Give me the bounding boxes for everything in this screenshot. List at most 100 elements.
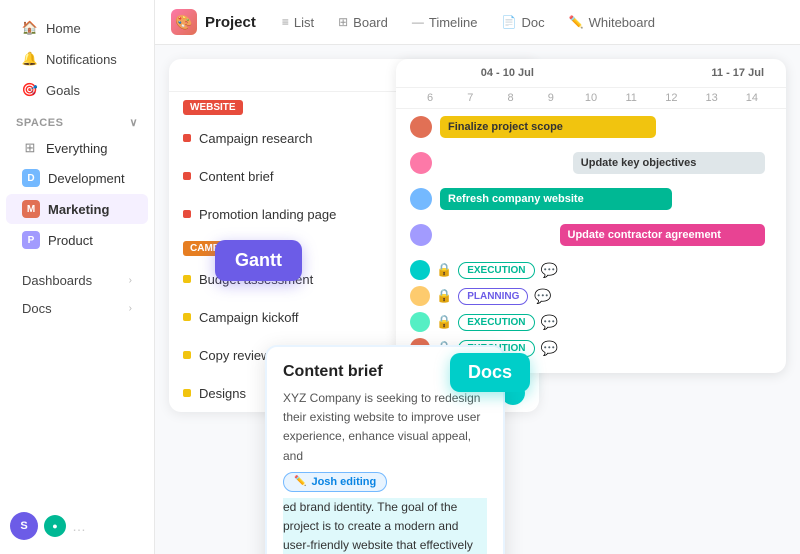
- task-name: Promotion landing page: [199, 207, 336, 222]
- task-priority-dot: [183, 275, 191, 283]
- gantt-week2: 11 - 17 Jul: [605, 67, 772, 79]
- dashboards-chevron-icon: ›: [129, 275, 132, 286]
- docs-editing-badge: ✏️ Josh editing: [283, 472, 387, 492]
- gantt-day: 12: [651, 92, 691, 104]
- website-badge: WEBSITE: [183, 100, 243, 115]
- sidebar-item-product[interactable]: P Product: [6, 225, 148, 255]
- sidebar-item-dashboards[interactable]: Dashboards ›: [6, 267, 148, 294]
- gantt-day: 7: [450, 92, 490, 104]
- gantt-days: 6 7 8 9 10 11 12 13 14: [396, 88, 786, 109]
- everything-icon: ⊞: [22, 140, 38, 156]
- chat-icon: 💬: [541, 262, 558, 279]
- bell-icon: 🔔: [22, 51, 38, 67]
- spaces-chevron-icon[interactable]: ∨: [129, 116, 138, 129]
- project-logo: 🎨: [171, 9, 197, 35]
- sidebar-item-home[interactable]: 🏠 Home: [6, 13, 148, 43]
- sidebar-item-marketing[interactable]: M Marketing: [6, 194, 148, 224]
- tab-list-label: List: [294, 15, 314, 30]
- gantt-avatar: [410, 152, 432, 174]
- task-name: Designs: [199, 386, 246, 401]
- home-icon: 🏠: [22, 20, 38, 36]
- tab-list[interactable]: ≡ List: [272, 10, 324, 35]
- tab-whiteboard[interactable]: ✏️ Whiteboard: [559, 10, 665, 35]
- task-priority-dot: [183, 351, 191, 359]
- gantt-lock-icon: 🔒: [436, 314, 452, 330]
- task-priority-dot: [183, 313, 191, 321]
- gantt-lock-icon: 🔒: [436, 262, 452, 278]
- spaces-section: Spaces ∨: [0, 106, 154, 133]
- edit-icon: ✏️: [294, 476, 306, 487]
- sidebar-item-development[interactable]: D Development: [6, 163, 148, 193]
- docs-bubble-label: Docs: [450, 353, 530, 392]
- sidebar-item-docs[interactable]: Docs ›: [6, 295, 148, 322]
- status-badge: EXECUTION: [458, 262, 534, 279]
- docs-panel-text1: XYZ Company is seeking to redesign their…: [283, 389, 487, 466]
- gantt-status-row: 🔒 EXECUTION 💬: [396, 309, 786, 335]
- gantt-row: Finalize project scope: [396, 109, 786, 145]
- sidebar-item-goals[interactable]: 🎯 Goals: [6, 75, 148, 105]
- chat-icon: 💬: [534, 288, 551, 305]
- product-dot: P: [22, 231, 40, 249]
- sidebar-item-goals-label: Goals: [46, 83, 80, 98]
- gantt-week1: 04 - 10 Jul: [410, 67, 605, 79]
- gantt-avatar: [410, 116, 432, 138]
- gantt-status-row: 🔒 PLANNING 💬: [396, 283, 786, 309]
- tab-timeline[interactable]: — Timeline: [402, 10, 488, 35]
- task-priority-dot: [183, 172, 191, 180]
- gantt-bar-4[interactable]: Update contractor agreement: [560, 224, 766, 246]
- panels-area: ASSIGNEE WEBSITE Campaign research Conte…: [155, 45, 800, 554]
- gantt-panel: 04 - 10 Jul 11 - 17 Jul 6 7 8 9 10 11 12…: [396, 59, 786, 373]
- project-title: Project: [205, 14, 256, 31]
- docs-chevron-icon: ›: [129, 303, 132, 314]
- gantt-bar-1[interactable]: Finalize project scope: [440, 116, 656, 138]
- user-avatar[interactable]: S: [10, 512, 38, 540]
- avatar-menu-icon[interactable]: …: [72, 518, 86, 534]
- sidebar-item-product-label: Product: [48, 233, 93, 248]
- gantt-day: 10: [571, 92, 611, 104]
- gantt-bar-2[interactable]: Update key objectives: [573, 152, 766, 174]
- tab-doc-label: Doc: [521, 15, 544, 30]
- timeline-tab-icon: —: [412, 15, 424, 29]
- gantt-row: Refresh company website: [396, 181, 786, 217]
- task-name: Campaign kickoff: [199, 310, 298, 325]
- gantt-day: 6: [410, 92, 450, 104]
- sidebar-item-home-label: Home: [46, 21, 81, 36]
- task-name: Content brief: [199, 169, 273, 184]
- tab-board[interactable]: ⊞ Board: [328, 10, 398, 35]
- tab-doc[interactable]: 📄 Doc: [492, 10, 555, 35]
- task-priority-dot: [183, 134, 191, 142]
- gantt-header: 04 - 10 Jul 11 - 17 Jul: [396, 59, 786, 88]
- main-content: 🎨 Project ≡ List ⊞ Board — Timeline 📄 Do…: [155, 0, 800, 554]
- top-navigation: 🎨 Project ≡ List ⊞ Board — Timeline 📄 Do…: [155, 0, 800, 45]
- gantt-avatar: [410, 312, 430, 332]
- goals-icon: 🎯: [22, 82, 38, 98]
- gantt-row: Update contractor agreement: [396, 217, 786, 253]
- sidebar-item-everything[interactable]: ⊞ Everything: [6, 134, 148, 162]
- gantt-day: 14: [732, 92, 772, 104]
- sidebar-item-dashboards-label: Dashboards: [22, 273, 92, 288]
- gantt-avatar: [410, 286, 430, 306]
- docs-panel-text2: ed brand identity. The goal of the proje…: [283, 498, 487, 554]
- sidebar-item-notifications-label: Notifications: [46, 52, 117, 67]
- gantt-day: 9: [531, 92, 571, 104]
- sidebar-item-notifications[interactable]: 🔔 Notifications: [6, 44, 148, 74]
- status-badge: EXECUTION: [458, 314, 534, 331]
- sidebar-item-development-label: Development: [48, 171, 125, 186]
- task-name: Campaign research: [199, 131, 312, 146]
- task-name: Copy review: [199, 348, 271, 363]
- gantt-day: 13: [692, 92, 732, 104]
- sidebar-item-docs-label: Docs: [22, 301, 52, 316]
- board-tab-icon: ⊞: [338, 15, 348, 29]
- sidebar-item-everything-label: Everything: [46, 141, 107, 156]
- gantt-tooltip-bubble: Gantt: [215, 240, 302, 281]
- status-badge: PLANNING: [458, 288, 528, 305]
- gantt-avatar: [410, 260, 430, 280]
- sidebar: 🏠 Home 🔔 Notifications 🎯 Goals Spaces ∨ …: [0, 0, 155, 554]
- user-avatar-2[interactable]: ●: [44, 515, 66, 537]
- task-priority-dot: [183, 389, 191, 397]
- tab-board-label: Board: [353, 15, 388, 30]
- gantt-bar-3[interactable]: Refresh company website: [440, 188, 672, 210]
- avatar-row: S ● …: [10, 512, 86, 540]
- gantt-day: 11: [611, 92, 651, 104]
- development-dot: D: [22, 169, 40, 187]
